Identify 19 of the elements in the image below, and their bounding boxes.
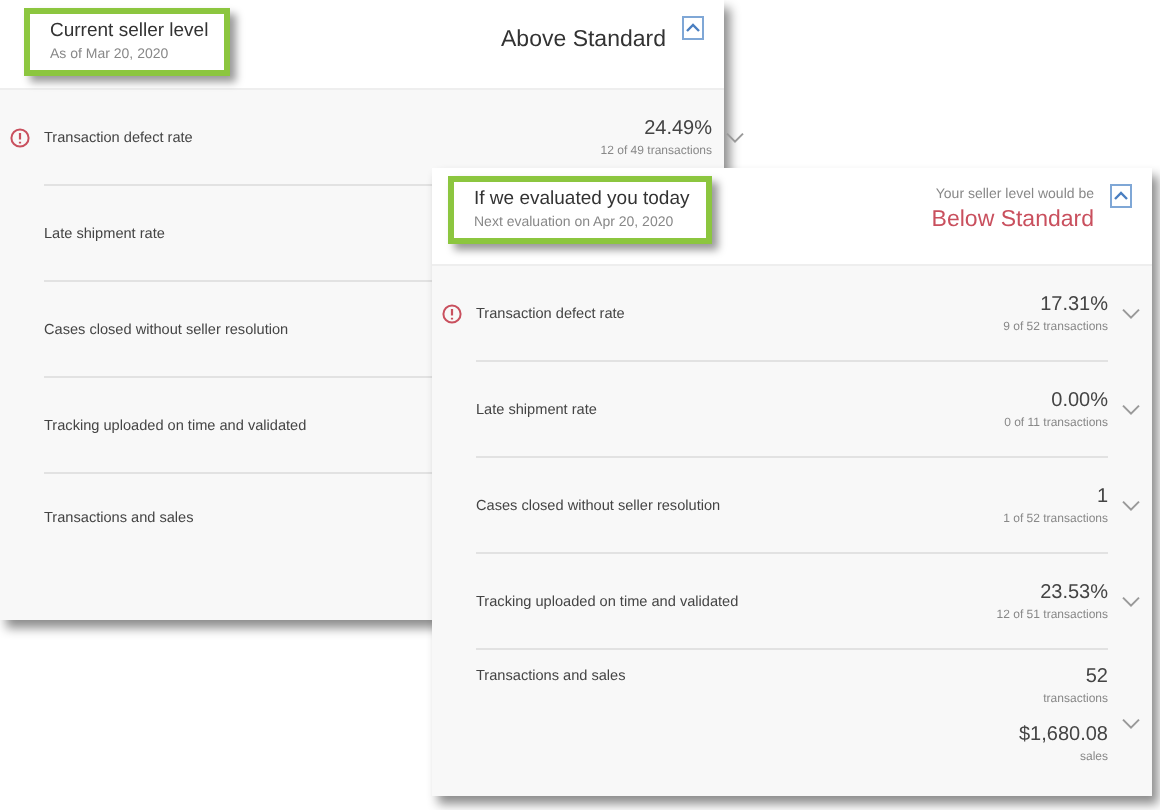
collapse-icon[interactable]: [682, 16, 704, 40]
card-title: If we evaluated you today: [474, 188, 690, 210]
metric-value: 1: [1094, 485, 1108, 507]
chevron-icon[interactable]: [726, 131, 744, 143]
chevron-icon[interactable]: [1122, 499, 1140, 511]
metric-value: 24.49%: [642, 117, 712, 139]
metric-value: $1,680.08: [1019, 724, 1108, 746]
chevron-icon[interactable]: [1122, 595, 1140, 607]
metric-value: 23.53%: [1038, 581, 1108, 603]
metric-value: 17.31%: [1038, 293, 1108, 315]
chevron-icon[interactable]: [1122, 403, 1140, 415]
collapse-icon[interactable]: [1110, 184, 1132, 208]
chevron-icon[interactable]: [1122, 307, 1140, 319]
card-title: Current seller level: [50, 20, 209, 42]
chevron-icon[interactable]: [1122, 717, 1140, 729]
metric-value: 0.00%: [1049, 389, 1108, 411]
seller-level: Above Standard: [501, 28, 666, 52]
metric-value: 52: [1083, 666, 1108, 688]
seller-level: Below Standard: [931, 208, 1094, 232]
